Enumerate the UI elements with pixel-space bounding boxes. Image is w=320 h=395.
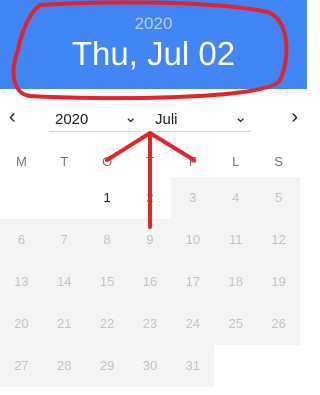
chevron-right-icon[interactable]: › (291, 106, 298, 129)
day-cell: 7 (42, 219, 86, 261)
day-cell: 15 (85, 261, 129, 303)
day-cell: 17 (171, 261, 215, 303)
day-cell: 10 (171, 219, 215, 261)
chevron-left-icon[interactable]: ‹ (9, 106, 16, 129)
day-cell: 13 (0, 261, 43, 303)
weekday-header: T (60, 154, 69, 169)
day-cell: 18 (214, 261, 258, 303)
day-cell: 23 (128, 303, 172, 345)
day-cell: 19 (257, 261, 301, 303)
day-cell: 8 (85, 219, 129, 261)
day-cell: 22 (85, 303, 129, 345)
day-cell: 14 (42, 261, 86, 303)
day-cell: 28 (42, 345, 86, 387)
day-cell: 4 (214, 177, 258, 219)
day-cell: 5 (257, 177, 301, 219)
day-cell: 24 (171, 303, 215, 345)
day-cell: 3 (171, 177, 215, 219)
day-cell: 21 (42, 303, 86, 345)
month-select[interactable]: Juli ⌄ (149, 105, 251, 132)
day-cell: 27 (0, 345, 43, 387)
weekday-header: O (102, 154, 113, 169)
day-cell: 20 (0, 303, 43, 345)
year-select-value: 2020 (55, 111, 89, 128)
weekday-header: T (146, 154, 154, 169)
weekday-header: L (232, 154, 240, 169)
day-cell: 31 (171, 345, 215, 387)
date-header: 2020 Thu, Jul 02 (0, 0, 307, 89)
chevron-down-icon: ⌄ (234, 109, 247, 126)
day-cell: 30 (128, 345, 172, 387)
month-select-value: Juli (155, 111, 178, 128)
year-select[interactable]: 2020 ⌄ (49, 105, 141, 132)
chevron-down-icon: ⌄ (124, 109, 137, 126)
header-selected-date[interactable]: Thu, Jul 02 (0, 35, 307, 73)
day-cell: 9 (128, 219, 172, 261)
weekday-header: F (188, 154, 197, 169)
day-cell: 12 (257, 219, 301, 261)
day-cell: 11 (214, 219, 258, 261)
month-navigation: ‹ 2020 ⌄ Juli ⌄ › (0, 103, 307, 133)
day-cell-selected[interactable]: 2 (129, 177, 172, 219)
day-cell: 29 (85, 345, 129, 387)
header-year[interactable]: 2020 (0, 14, 307, 34)
day-cell: 25 (214, 303, 258, 345)
day-cell: 6 (0, 219, 43, 261)
weekday-header: S (274, 154, 283, 169)
day-cell: 16 (128, 261, 172, 303)
day-cell[interactable]: 1 (86, 177, 129, 219)
weekday-header: M (16, 154, 27, 169)
day-cell: 26 (257, 303, 301, 345)
